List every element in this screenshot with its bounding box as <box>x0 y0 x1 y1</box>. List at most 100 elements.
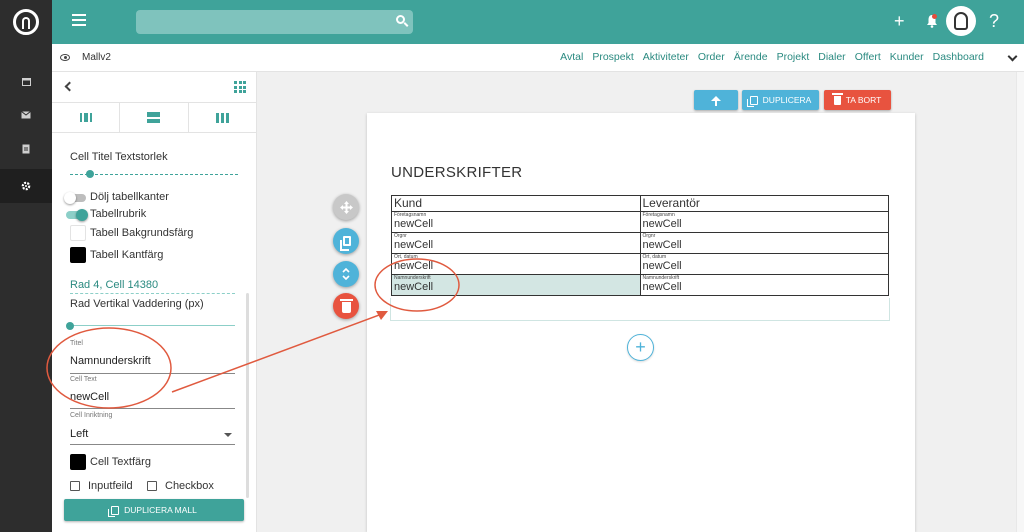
nav-link-prospekt[interactable]: Prospekt <box>592 51 633 63</box>
menu-icon[interactable] <box>72 14 86 26</box>
carousel-icon <box>79 113 92 122</box>
alignment-label: Cell Inriktning <box>70 412 113 419</box>
text-color-swatch[interactable] <box>70 454 86 470</box>
text-color-label: Cell Textfärg <box>90 456 151 468</box>
delete-button[interactable]: TA BORT <box>824 90 891 110</box>
caret-down-icon[interactable] <box>224 433 232 437</box>
panel-scrollbar[interactable] <box>246 293 249 498</box>
table-block-outline <box>390 298 890 321</box>
table-cell[interactable]: Orgnr newCell <box>391 232 641 254</box>
cell-value: newCell <box>642 281 682 293</box>
table-cell[interactable]: Namnunderskrift newCell <box>639 274 889 296</box>
duplicate-template-button[interactable]: DUPLICERA MALL <box>64 499 244 521</box>
nav-link-avtal[interactable]: Avtal <box>560 51 583 63</box>
add-block-button[interactable]: + <box>627 334 654 361</box>
table-header-label: Tabellrubrik <box>90 208 147 220</box>
avatar[interactable] <box>946 6 976 36</box>
cell-value: newCell <box>642 260 682 272</box>
cell-title-size-slider[interactable] <box>70 174 238 175</box>
hide-borders-toggle[interactable] <box>64 192 86 204</box>
table-cell[interactable]: Ort, datum newCell <box>639 253 889 275</box>
copy-block-button[interactable] <box>333 228 359 254</box>
document-icon[interactable] <box>0 132 52 166</box>
grid-icon[interactable] <box>234 81 246 93</box>
alignment-select[interactable]: Left <box>70 428 88 440</box>
table-row-selected: Namnunderskrift newCell Namnunderskrift ne… <box>391 274 889 296</box>
move-block-button[interactable] <box>333 194 359 220</box>
cell-value: newCell <box>394 260 434 272</box>
help-icon[interactable]: ? <box>989 10 999 32</box>
duplicate-button[interactable]: DUPLICERA <box>742 90 819 110</box>
table-row: Företagsnamn newCell Företagsnamn newCell <box>391 211 889 233</box>
document-page: UNDERSKRIFTER Kund Leverantör Företagsna… <box>367 113 915 532</box>
selected-table-cell[interactable]: Namnunderskrift newCell <box>391 274 641 296</box>
signature-table[interactable]: Kund Leverantör Företagsnamn newCell Före… <box>391 195 889 296</box>
table-cell[interactable]: Företagsnamn newCell <box>639 211 889 233</box>
inputfield-checkbox[interactable] <box>70 481 80 491</box>
tab-columns[interactable] <box>189 103 256 132</box>
table-header-toggle[interactable] <box>66 209 88 221</box>
tab-rows[interactable] <box>120 103 189 132</box>
nav-link-aktiviteter[interactable]: Aktiviteter <box>643 51 689 63</box>
trash-icon <box>831 92 843 105</box>
header-cell[interactable]: Kund <box>391 195 641 212</box>
add-icon[interactable]: + <box>894 10 905 32</box>
row-padding-label: Rad Vertikal Vaddering (px) <box>70 298 204 310</box>
nav-link-offert[interactable]: Offert <box>855 51 881 63</box>
row-padding-slider[interactable] <box>70 325 235 326</box>
inputfield-label: Inputfeild <box>88 480 133 492</box>
search-input[interactable] <box>136 10 413 34</box>
nav-link-dashboard[interactable]: Dashboard <box>933 51 984 63</box>
template-name: Mallv2 <box>82 52 111 63</box>
table-cell[interactable]: Företagsnamn newCell <box>391 211 641 233</box>
border-color-swatch[interactable] <box>70 247 86 263</box>
module-navbar: Mallv2 Avtal Prospekt Aktiviteter Order … <box>52 44 1024 72</box>
delete-label: TA BORT <box>845 95 882 105</box>
slider-knob[interactable] <box>66 322 74 330</box>
cell-text-field[interactable]: newCell <box>70 391 109 403</box>
app-logo[interactable] <box>0 0 52 44</box>
calendar-icon[interactable] <box>0 64 52 98</box>
header-cell[interactable]: Leverantör <box>639 195 889 212</box>
cell-value: newCell <box>394 281 434 293</box>
title-field-label: Titel <box>70 340 83 347</box>
cell-title-size-label: Cell Titel Textstorlek <box>70 151 168 163</box>
nav-link-order[interactable]: Order <box>698 51 725 63</box>
border-color-label: Tabell Kantfärg <box>90 249 164 261</box>
divider <box>70 293 235 294</box>
bg-color-swatch[interactable] <box>70 225 86 241</box>
cell-value: newCell <box>642 218 682 230</box>
canvas-scrollbar[interactable] <box>1016 72 1024 532</box>
checkbox-label: Checkbox <box>165 480 214 492</box>
columns-icon <box>215 112 229 123</box>
hide-borders-label: Dölj tabellkanter <box>90 191 169 203</box>
delete-block-button[interactable] <box>333 293 359 319</box>
mail-icon[interactable] <box>0 98 52 132</box>
nav-link-kunder[interactable]: Kunder <box>890 51 924 63</box>
title-field[interactable]: Namnunderskrift <box>70 355 151 367</box>
nav-link-dialer[interactable]: Dialer <box>818 51 845 63</box>
settings-gear-icon[interactable] <box>0 169 52 203</box>
table-cell[interactable]: Orgnr newCell <box>639 232 889 254</box>
checkbox-checkbox[interactable] <box>147 481 157 491</box>
title-field-underline <box>70 373 235 374</box>
move-icon <box>339 200 353 214</box>
alignment-underline <box>70 444 235 445</box>
duplicate-label: DUPLICERA <box>762 95 812 105</box>
table-row: Ort, datum newCell Ort, datum newCell <box>391 253 889 275</box>
reorder-block-button[interactable] <box>333 261 359 287</box>
eye-icon[interactable] <box>60 54 70 61</box>
top-bar: + ? <box>52 0 1024 44</box>
cell-value: newCell <box>394 218 434 230</box>
slider-knob[interactable] <box>86 170 94 178</box>
chevron-down-icon[interactable] <box>1007 51 1018 62</box>
copy-icon <box>746 95 758 107</box>
nav-link-projekt[interactable]: Projekt <box>777 51 810 63</box>
up-down-icon <box>342 268 350 280</box>
table-cell[interactable]: Ort, datum newCell <box>391 253 641 275</box>
back-chevron-icon[interactable] <box>64 81 75 92</box>
nav-link-arende[interactable]: Ärende <box>734 51 768 63</box>
search-icon <box>396 15 405 24</box>
tab-carousel[interactable] <box>52 103 121 132</box>
move-up-button[interactable] <box>694 90 738 110</box>
